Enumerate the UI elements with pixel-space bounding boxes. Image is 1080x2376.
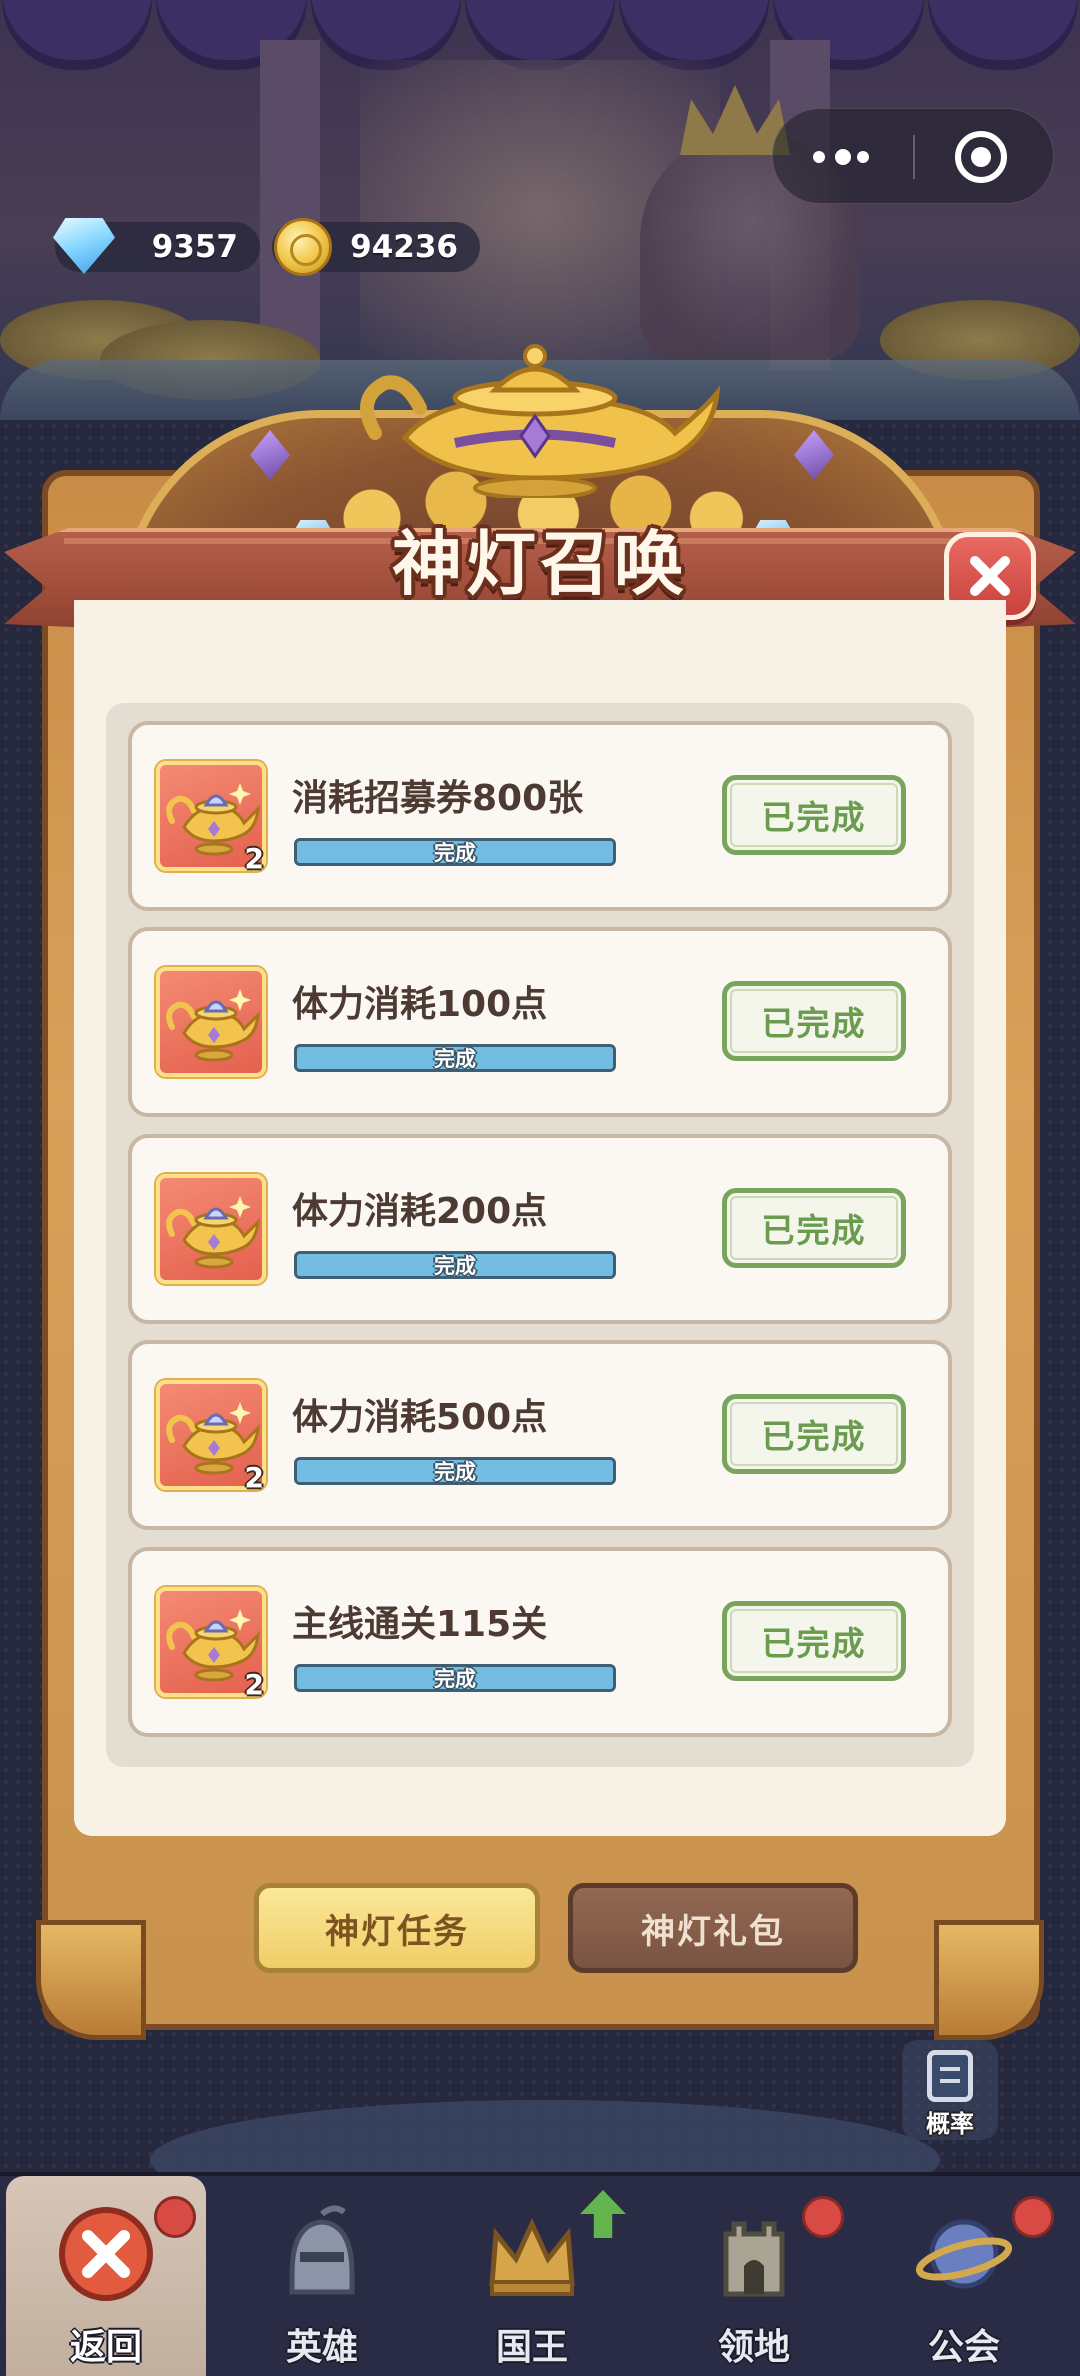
task-card: 体力消耗200点完成 已完成	[128, 1134, 952, 1324]
panel-title: 神灯召唤	[392, 523, 688, 605]
reward-item[interactable]	[156, 967, 266, 1077]
probability-label: 概率	[926, 2110, 974, 2138]
coin-counter: 94236	[272, 218, 480, 276]
completed-stamp: 已完成	[722, 981, 906, 1061]
reward-count: 2	[244, 1461, 264, 1494]
magic-lamp-icon	[164, 1190, 260, 1270]
panel-corner-left	[36, 1920, 146, 2040]
completed-stamp: 已完成	[722, 1394, 906, 1474]
reward-item[interactable]: 2	[156, 1380, 266, 1494]
task-title: 消耗招募券800张	[292, 778, 584, 819]
magic-lamp-icon	[360, 344, 721, 498]
nav-back[interactable]: 返回	[6, 2176, 206, 2376]
task-card: 体力消耗100点完成 已完成	[128, 927, 952, 1117]
nav-heroes[interactable]: 英雄	[222, 2176, 422, 2376]
coin-amount: 94236	[350, 229, 458, 265]
task-title: 体力消耗500点	[292, 1397, 548, 1438]
planet-icon	[915, 2219, 1013, 2289]
task-title: 体力消耗100点	[292, 984, 548, 1025]
reward-count: 2	[244, 842, 264, 875]
completed-stamp: 已完成	[722, 775, 906, 855]
pillar-left	[260, 40, 320, 370]
gold-coin-icon	[274, 218, 332, 276]
reward-item[interactable]: 2	[156, 761, 266, 875]
task-title: 主线通关115关	[292, 1604, 548, 1645]
progress-label: 完成	[434, 1047, 476, 1071]
capsule-divider	[913, 135, 915, 179]
notification-dot	[1012, 2196, 1054, 2238]
progress-label: 完成	[434, 841, 476, 865]
nav-territory[interactable]: 领地	[654, 2176, 854, 2376]
tab-lamp-tasks[interactable]: 神灯任务	[254, 1883, 540, 1973]
task-card: 2 体力消耗500点完成 已完成	[128, 1340, 952, 1530]
crown-icon	[489, 2217, 575, 2296]
notification-dot	[154, 2196, 196, 2238]
nav-label: 公会	[927, 2327, 1000, 2368]
progress-bar: 完成	[294, 1251, 616, 1279]
castle-tower-icon	[723, 2221, 785, 2297]
gem-amount: 9357	[151, 229, 238, 265]
more-options-icon[interactable]	[813, 147, 873, 167]
nav-guild[interactable]: 公会	[864, 2176, 1064, 2376]
progress-bar: 完成	[294, 1457, 616, 1485]
progress-bar: 完成	[294, 838, 616, 866]
reward-item[interactable]: 2	[156, 1587, 266, 1701]
close-icon	[970, 556, 1010, 596]
exit-target-icon[interactable]	[955, 131, 1007, 183]
upgrade-arrow-icon	[580, 2190, 626, 2238]
task-title: 体力消耗200点	[292, 1191, 548, 1232]
reward-count: 2	[244, 1668, 264, 1701]
bottom-nav: 返回 英雄 国王 领地 公会	[0, 2172, 1080, 2376]
progress-label: 完成	[434, 1667, 476, 1691]
diamond-icon	[53, 218, 115, 274]
task-card: 2 主线通关115关完成 已完成	[128, 1547, 952, 1737]
completed-stamp: 已完成	[722, 1601, 906, 1681]
progress-bar: 完成	[294, 1664, 616, 1692]
magic-lamp-icon	[164, 983, 260, 1063]
nav-king[interactable]: 国王	[432, 2176, 632, 2376]
nav-label: 返回	[69, 2327, 142, 2368]
nav-label: 英雄	[285, 2327, 358, 2368]
progress-label: 完成	[434, 1254, 476, 1278]
task-card: 2 消耗招募券800张完成 已完成	[128, 721, 952, 911]
nav-label: 国王	[495, 2327, 568, 2368]
knight-helmet-icon	[289, 2205, 355, 2295]
progress-label: 完成	[434, 1460, 476, 1484]
close-icon	[59, 2207, 153, 2301]
gem-counter: 9357	[53, 218, 260, 274]
progress-bar: 完成	[294, 1044, 616, 1072]
miniprogram-capsule	[772, 108, 1054, 204]
notification-dot	[802, 2196, 844, 2238]
document-icon	[927, 2050, 973, 2102]
reward-item[interactable]	[156, 1174, 266, 1284]
nav-label: 领地	[717, 2327, 790, 2368]
probability-button[interactable]: 概率	[902, 2040, 998, 2140]
completed-stamp: 已完成	[722, 1188, 906, 1268]
tab-lamp-gift[interactable]: 神灯礼包	[568, 1883, 858, 1973]
